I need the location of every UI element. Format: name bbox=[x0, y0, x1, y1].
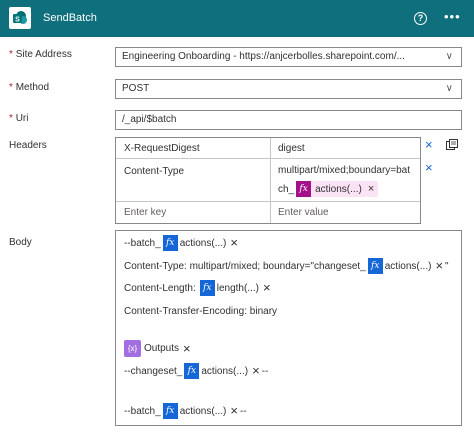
body-line-6: --changeset_ fx actions(...) × -- bbox=[124, 363, 269, 379]
more-options-icon[interactable]: ••• bbox=[444, 9, 461, 24]
method-dropdown[interactable]: POST ∨ bbox=[115, 79, 462, 99]
expression-token[interactable]: fx actions(...) × bbox=[296, 181, 379, 197]
site-address-value: Engineering Onboarding - https://anjcerb… bbox=[122, 51, 405, 62]
expression-token[interactable]: actions(...) bbox=[180, 238, 227, 249]
expression-token[interactable]: actions(...) bbox=[180, 406, 227, 417]
chevron-down-icon[interactable]: ∨ bbox=[446, 48, 453, 66]
header-value-1-line2[interactable]: ch_ fx actions(...) × bbox=[278, 181, 379, 197]
close-icon[interactable]: × bbox=[230, 404, 238, 417]
body-line-7: --batch_ fx actions(...) × -- bbox=[124, 403, 247, 419]
header-key-1[interactable]: Content-Type bbox=[124, 166, 184, 177]
sharepoint-logo-icon: S bbox=[9, 7, 31, 29]
delete-row-icon[interactable]: × bbox=[425, 137, 433, 152]
switch-to-text-mode-icon[interactable] bbox=[446, 139, 458, 154]
header-value-1-line1[interactable]: multipart/mixed;boundary=bat bbox=[278, 165, 410, 176]
column-divider bbox=[270, 138, 271, 223]
body-label: Body bbox=[9, 237, 32, 248]
header-key-0[interactable]: X-RequestDigest bbox=[124, 143, 200, 154]
action-title: SendBatch bbox=[43, 12, 97, 24]
headers-label: Headers bbox=[9, 140, 47, 151]
expression-token[interactable]: actions(...) bbox=[201, 366, 248, 377]
expression-token[interactable]: length(...) bbox=[217, 283, 259, 294]
action-header[interactable]: S SendBatch ? ••• bbox=[0, 0, 474, 37]
method-label: * Method bbox=[9, 82, 50, 93]
svg-text:S: S bbox=[15, 17, 20, 24]
uri-label: * Uri bbox=[9, 113, 29, 124]
header-value-0[interactable]: digest bbox=[278, 143, 305, 154]
headers-table: X-RequestDigest digest Content-Type mult… bbox=[115, 137, 421, 224]
fx-icon: fx bbox=[367, 258, 383, 274]
fx-icon: fx bbox=[162, 403, 178, 419]
body-editor[interactable]: --batch_ fx actions(...) × Content-Type:… bbox=[115, 230, 462, 426]
row-divider bbox=[116, 158, 420, 159]
body-line-3: Content-Length: fx length(...) × bbox=[124, 280, 271, 296]
expression-token[interactable]: actions(...) bbox=[385, 261, 432, 272]
fx-icon: fx bbox=[199, 280, 215, 296]
outputs-token[interactable]: Outputs bbox=[144, 343, 179, 354]
site-address-label: * Site Address bbox=[9, 49, 72, 60]
help-icon[interactable]: ? bbox=[414, 12, 427, 25]
site-address-dropdown[interactable]: Engineering Onboarding - https://anjcerb… bbox=[115, 47, 462, 67]
close-icon[interactable]: × bbox=[263, 281, 271, 294]
compose-outputs-icon: {x} bbox=[124, 340, 141, 357]
close-icon[interactable]: × bbox=[368, 183, 374, 195]
uri-value: /_api/$batch bbox=[122, 114, 177, 125]
close-icon[interactable]: × bbox=[183, 342, 191, 355]
body-line-2: Content-Type: multipart/mixed; boundary=… bbox=[124, 258, 449, 274]
row-divider bbox=[116, 201, 420, 202]
uri-input[interactable]: /_api/$batch bbox=[115, 110, 462, 130]
body-line-5: {x} Outputs × bbox=[124, 340, 193, 357]
close-icon[interactable]: × bbox=[435, 259, 443, 272]
fx-icon: fx bbox=[296, 181, 312, 197]
body-line-4: Content-Transfer-Encoding: binary bbox=[124, 306, 278, 317]
fx-icon: fx bbox=[184, 363, 200, 379]
close-icon[interactable]: × bbox=[252, 364, 260, 377]
body-line-1: --batch_ fx actions(...) × bbox=[124, 235, 238, 251]
header-key-input[interactable]: Enter key bbox=[124, 207, 166, 218]
fx-icon: fx bbox=[162, 235, 178, 251]
close-icon[interactable]: × bbox=[230, 236, 238, 249]
method-value: POST bbox=[122, 83, 150, 94]
chevron-down-icon[interactable]: ∨ bbox=[446, 80, 453, 98]
header-value-input[interactable]: Enter value bbox=[278, 207, 329, 218]
delete-row-icon[interactable]: × bbox=[425, 160, 433, 175]
